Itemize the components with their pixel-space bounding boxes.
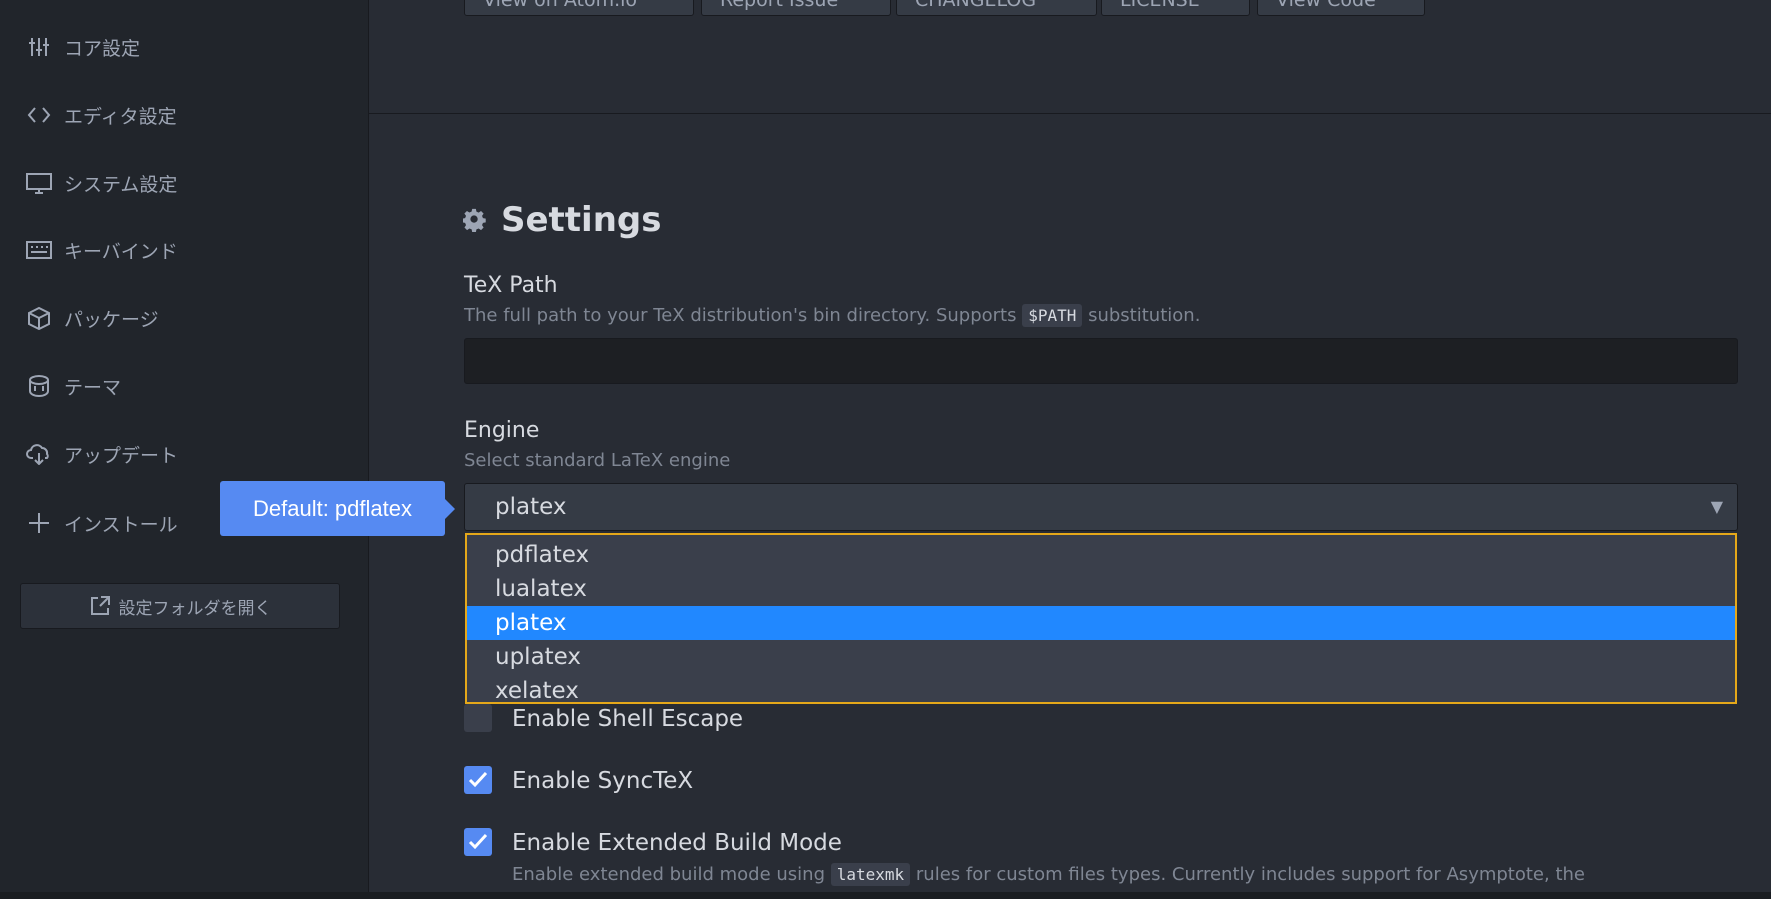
- button-label: Report Issue: [720, 0, 839, 11]
- dropdown-arrow-icon[interactable]: ▼: [1711, 497, 1723, 516]
- monitor-icon: [24, 171, 54, 195]
- sidebar-item-install[interactable]: インストール: [24, 503, 178, 543]
- button-label: View Code: [1276, 0, 1376, 11]
- sidebar-item-editor[interactable]: エディタ設定: [24, 95, 177, 135]
- desc-text: rules for custom files types. Currently …: [910, 864, 1585, 885]
- extended-build-checkbox[interactable]: [464, 828, 492, 856]
- desc-text: Enable extended build mode using: [512, 864, 831, 885]
- settings-title: Settings: [501, 200, 662, 240]
- engine-option-lualatex[interactable]: lualatex: [467, 572, 1735, 606]
- extended-build-label: Enable Extended Build Mode: [512, 830, 842, 856]
- sliders-icon: [24, 35, 54, 59]
- engine-option-uplatex[interactable]: uplatex: [467, 640, 1735, 674]
- desc-text: substitution.: [1082, 305, 1201, 326]
- shell-escape-checkbox[interactable]: [464, 704, 492, 732]
- package-header: View on Atom.io Report Issue CHANGELOG L…: [369, 0, 1771, 114]
- tex-path-input[interactable]: [464, 338, 1738, 384]
- report-issue-button[interactable]: Report Issue: [701, 0, 891, 16]
- sidebar-item-system[interactable]: システム設定: [24, 163, 177, 203]
- settings-sidebar: コア設定 エディタ設定 システム設定 キーバインド パッケージ テーマ アップデ…: [0, 0, 369, 892]
- settings-heading: Settings: [463, 200, 662, 240]
- sidebar-item-label: インストール: [64, 513, 178, 536]
- default-tooltip: Default: pdflatex: [220, 481, 455, 536]
- engine-option-pdflatex[interactable]: pdflatex: [467, 538, 1735, 572]
- engine-label: Engine: [464, 418, 540, 443]
- sidebar-item-updates[interactable]: アップデート: [24, 434, 178, 474]
- cloud-download-icon: [24, 442, 54, 466]
- sidebar-item-themes[interactable]: テーマ: [24, 366, 121, 406]
- engine-selected-value: platex: [495, 494, 567, 520]
- check-icon: [468, 771, 488, 788]
- engine-option-platex[interactable]: platex: [467, 606, 1735, 640]
- latexmk-code: latexmk: [830, 863, 911, 886]
- keyboard-icon: [24, 238, 54, 262]
- window-bottom-edge: [0, 892, 1771, 899]
- plus-icon: [24, 511, 54, 535]
- sidebar-item-label: エディタ設定: [64, 105, 177, 128]
- check-icon: [468, 833, 488, 850]
- tex-path-label: TeX Path: [464, 273, 558, 298]
- view-on-atomio-button[interactable]: View on Atom.io: [464, 0, 694, 16]
- sidebar-item-core[interactable]: コア設定: [24, 27, 140, 67]
- sidebar-item-label: システム設定: [64, 173, 178, 196]
- path-code: $PATH: [1022, 304, 1083, 327]
- open-config-folder-button[interactable]: 設定フォルダを開く: [20, 583, 340, 629]
- sidebar-item-label: アップデート: [64, 444, 179, 467]
- sidebar-item-label: テーマ: [64, 376, 122, 399]
- gear-icon: [463, 208, 501, 232]
- sidebar-item-label: コア設定: [64, 37, 141, 60]
- link-external-icon: [89, 595, 119, 617]
- button-label: CHANGELOG: [915, 0, 1037, 11]
- desc-text: The full path to your TeX distribution's…: [464, 305, 1023, 326]
- shell-escape-label: Enable Shell Escape: [512, 706, 744, 732]
- synctex-label: Enable SyncTeX: [512, 768, 694, 794]
- engine-select[interactable]: platex ▼: [464, 483, 1738, 531]
- engine-description: Select standard LaTeX engine: [464, 450, 731, 471]
- code-icon: [24, 103, 54, 127]
- sidebar-item-keybindings[interactable]: キーバインド: [24, 230, 178, 270]
- license-button[interactable]: LICENSE: [1101, 0, 1250, 16]
- sidebar-item-packages[interactable]: パッケージ: [24, 298, 159, 338]
- button-label: View on Atom.io: [483, 0, 638, 11]
- synctex-checkbox[interactable]: [464, 766, 492, 794]
- button-label: LICENSE: [1120, 0, 1200, 11]
- view-code-button[interactable]: View Code: [1257, 0, 1425, 16]
- changelog-button[interactable]: CHANGELOG: [896, 0, 1097, 16]
- engine-options-list: pdflatex lualatex platex uplatex xelatex: [465, 533, 1737, 704]
- tex-path-description: The full path to your TeX distribution's…: [464, 304, 1201, 327]
- paintcan-icon: [24, 374, 54, 398]
- extended-build-description: Enable extended build mode using latexmk…: [512, 863, 1585, 886]
- open-folder-label: 設定フォルダを開く: [118, 598, 272, 619]
- sidebar-item-label: パッケージ: [64, 308, 159, 331]
- sidebar-item-label: キーバインド: [64, 240, 178, 263]
- package-icon: [24, 306, 54, 330]
- engine-option-xelatex[interactable]: xelatex: [467, 674, 1735, 708]
